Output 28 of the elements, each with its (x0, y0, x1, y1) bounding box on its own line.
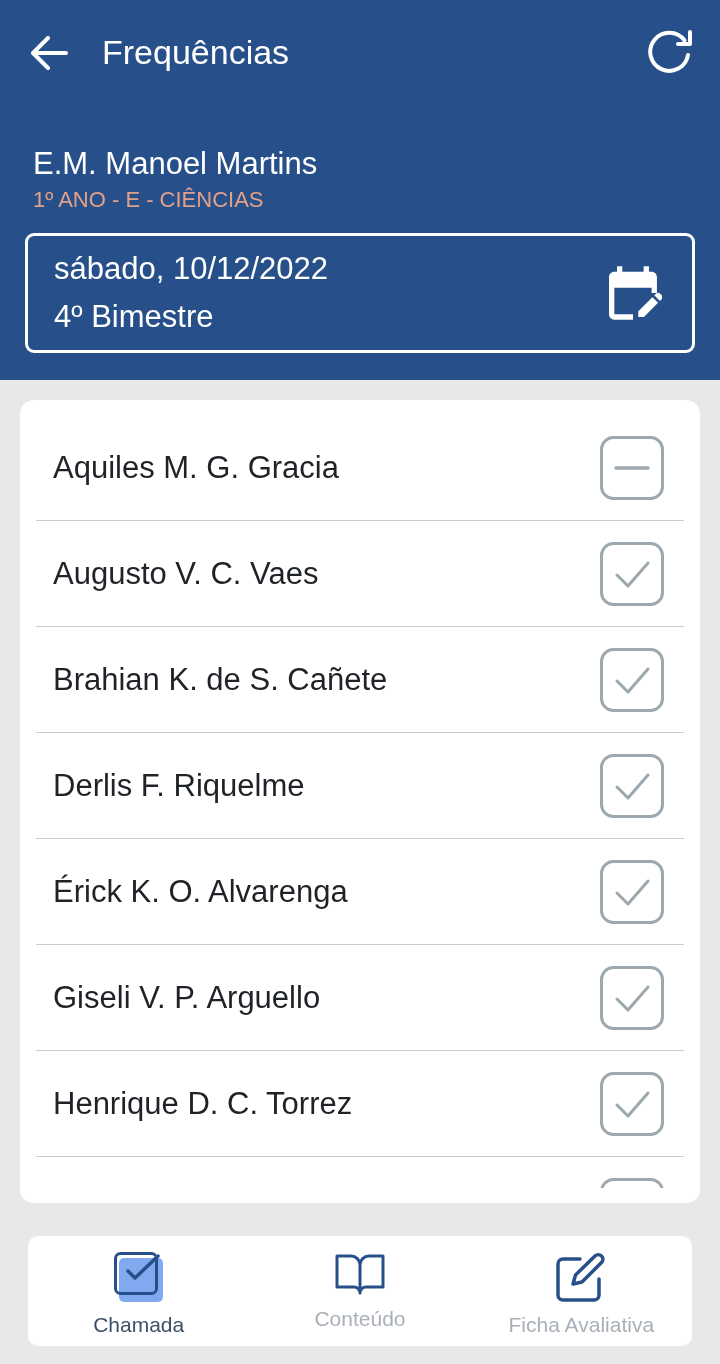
student-name: Érick K. O. Alvarenga (53, 873, 348, 910)
class-label: 1º ANO - E - CIÊNCIAS (32, 187, 265, 213)
attendance-checkbox[interactable] (600, 1071, 664, 1136)
attendance-checkbox[interactable] (600, 965, 664, 1030)
date-selector[interactable]: sábado, 10/12/2022 4º Bimestre (25, 233, 695, 353)
attendance-checkbox[interactable] (600, 647, 664, 712)
student-name: Derlis F. Riquelme (53, 767, 305, 804)
student-name: Henrique D. C. Torrez (53, 1085, 353, 1122)
refresh-button[interactable] (647, 29, 695, 76)
school-name: E.M. Manoel Martins (32, 146, 319, 182)
nav-tab[interactable]: Chamada (28, 1236, 250, 1346)
student-name: Aquiles M. G. Gracia (53, 449, 339, 486)
back-arrow-icon (31, 35, 68, 70)
attendance-checkbox[interactable] (600, 541, 664, 606)
term-text: 4º Bimestre (54, 298, 215, 336)
book-icon (335, 1252, 385, 1296)
pen-square-icon (556, 1252, 607, 1302)
student-name: Brahian K. de S. Cañete (53, 661, 388, 698)
attendance-checkbox[interactable] (600, 859, 664, 924)
student-name: Giseli V. P. Arguello (53, 979, 321, 1016)
attendance-checkbox[interactable] (600, 753, 664, 818)
calendar-edit-icon (609, 266, 662, 320)
date-text: sábado, 10/12/2022 (54, 250, 329, 288)
attendance-checkbox[interactable] (600, 435, 664, 500)
screen-title: Frequências (102, 33, 291, 72)
back-button[interactable] (31, 35, 68, 70)
refresh-icon (647, 29, 695, 76)
student-name: Augusto V. C. Vaes (53, 555, 319, 592)
